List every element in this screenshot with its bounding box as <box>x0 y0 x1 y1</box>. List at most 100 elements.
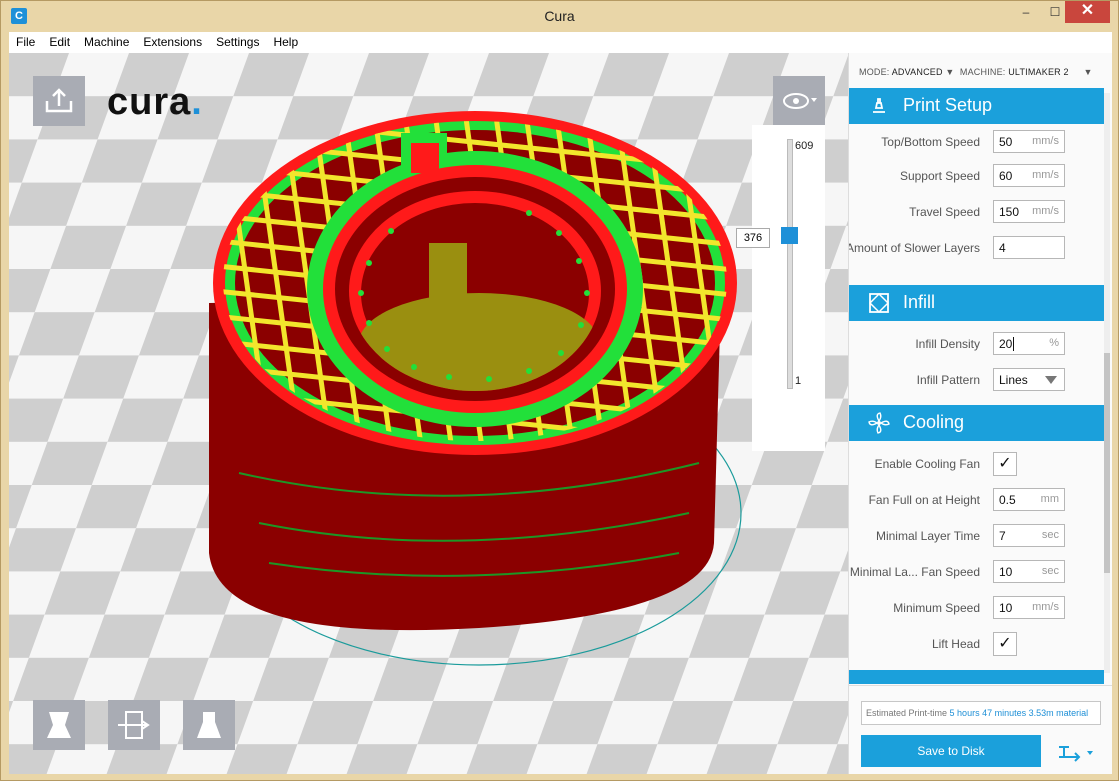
enable-cooling-fan-checkbox[interactable]: ✓ <box>993 452 1017 476</box>
menu-help[interactable]: Help <box>266 32 305 49</box>
input-value: 20 <box>999 337 1013 351</box>
section-cooling[interactable]: Cooling <box>849 405 1104 441</box>
logo-dot: . <box>191 81 203 123</box>
eye-icon <box>783 93 817 109</box>
row-label: Infill Pattern <box>916 373 980 387</box>
machine-label: MACHINE: <box>959 67 1006 77</box>
row-minimum-speed: Minimum Speed 10 mm/s <box>849 596 1104 620</box>
infill-density-input[interactable]: 20% <box>993 332 1065 355</box>
layer-slider-track[interactable] <box>787 139 793 389</box>
key-notch <box>411 143 439 173</box>
layer-slider-handle[interactable] <box>781 226 798 244</box>
menu-settings[interactable]: Settings <box>209 32 266 49</box>
output-device-icon <box>1059 746 1093 762</box>
unit-label: mm/s <box>1032 601 1059 613</box>
input-value: 50 <box>999 135 1013 149</box>
menu-bar: File Edit Machine Extensions Settings Help <box>9 32 1112 53</box>
unit-label: sec <box>1041 565 1059 577</box>
estimate-label: Estimated Print-time <box>866 708 948 718</box>
menu-extensions[interactable]: Extensions <box>136 32 209 49</box>
input-value: 10 <box>999 601 1013 615</box>
scale-icon <box>47 712 71 738</box>
mirror-tool-button[interactable] <box>183 700 235 750</box>
row-label: Amount of Slower Layers <box>848 241 980 255</box>
row-label: Minimum Speed <box>893 601 980 615</box>
support-speed-input[interactable]: 60 mm/s <box>993 164 1065 187</box>
mode-machine-row: MODE: ADVANCED ▼ MACHINE: ULTIMAKER 2 ▼ <box>859 67 1093 77</box>
menu-file[interactable]: File <box>9 32 42 49</box>
row-travel-speed: Travel Speed 150 mm/s <box>849 200 1104 224</box>
chevron-down-icon <box>1045 376 1057 384</box>
row-fan-full-height: Fan Full on at Height 0.5 mm <box>849 488 1104 512</box>
section-label: Cooling <box>903 412 965 432</box>
app-window: C Cura ‒ ☐ ✕ File Edit Machine Extensions Se… <box>0 0 1119 781</box>
slower-layers-input[interactable]: 4 <box>993 236 1065 259</box>
row-slower-layers: Amount of Slower Layers 4 <box>849 236 1104 260</box>
save-to-disk-button[interactable]: Save to Disk <box>861 735 1041 767</box>
select-value: Lines <box>999 373 1028 387</box>
row-lift-head: Lift Head ✓ <box>849 632 1104 656</box>
scale-tool-button[interactable] <box>33 700 85 750</box>
infill-pattern-select[interactable]: Lines <box>993 368 1065 391</box>
min-layer-fan-speed-input[interactable]: 10 sec <box>993 560 1065 583</box>
next-section-header-partial[interactable] <box>849 670 1104 684</box>
input-value: 4 <box>999 241 1006 255</box>
output-device-button[interactable] <box>1057 741 1097 763</box>
top-bottom-speed-input[interactable]: 50 mm/s <box>993 130 1065 153</box>
lift-head-checkbox[interactable]: ✓ <box>993 632 1017 656</box>
infill-icon <box>868 292 890 314</box>
input-value: 0.5 <box>999 493 1016 507</box>
unit-label: mm/s <box>1032 205 1059 217</box>
row-label: Infill Density <box>915 337 980 351</box>
output-area: Estimated Print-time 5 hours 47 minutes … <box>849 685 1112 774</box>
fan-icon <box>868 412 890 434</box>
window-title: Cura <box>544 8 575 24</box>
section-label: Infill <box>903 292 936 312</box>
close-button[interactable]: ✕ <box>1065 1 1110 23</box>
printer-icon <box>873 98 885 113</box>
min-layer-time-input[interactable]: 7 sec <box>993 524 1065 547</box>
minimum-speed-input[interactable]: 10 mm/s <box>993 596 1065 619</box>
logo-text: cura <box>107 81 192 123</box>
upload-icon <box>45 88 73 113</box>
rotate-icon <box>118 711 150 739</box>
row-label: Fan Full on at Height <box>868 493 980 507</box>
unit-label: mm/s <box>1032 135 1059 147</box>
row-label: Minimal La... Fan Speed <box>849 565 980 579</box>
layer-max-label: 609 <box>795 140 814 152</box>
open-file-button[interactable] <box>33 76 85 126</box>
unit-label: mm/s <box>1032 169 1059 181</box>
fan-full-height-input[interactable]: 0.5 mm <box>993 488 1065 511</box>
machine-select[interactable]: ULTIMAKER 2 <box>1008 67 1069 77</box>
print-estimate: Estimated Print-time 5 hours 47 minutes … <box>861 701 1101 725</box>
menu-edit[interactable]: Edit <box>42 32 77 49</box>
input-value: 150 <box>999 205 1020 219</box>
minimize-button[interactable]: ‒ <box>1012 1 1040 23</box>
unit-label: sec <box>1041 529 1059 541</box>
menu-machine[interactable]: Machine <box>77 32 136 49</box>
row-enable-cooling-fan: Enable Cooling Fan ✓ <box>849 452 1104 476</box>
estimate-material: 3.53m material <box>1028 708 1089 718</box>
section-print-setup[interactable]: Print Setup <box>849 88 1104 124</box>
3d-viewport[interactable]: cura. 609 376 1 <box>9 53 848 774</box>
row-label: Minimal Layer Time <box>875 529 980 543</box>
input-value: 10 <box>999 565 1013 579</box>
row-label: Lift Head <box>931 637 980 651</box>
cura-logo: cura. <box>107 81 203 124</box>
row-label: Enable Cooling Fan <box>874 457 980 471</box>
settings-panel: MODE: ADVANCED ▼ MACHINE: ULTIMAKER 2 ▼ … <box>848 53 1112 774</box>
view-mode-button[interactable] <box>773 76 825 126</box>
mode-select[interactable]: ADVANCED <box>892 67 943 77</box>
section-label: Print Setup <box>903 95 993 115</box>
row-min-layer-time: Minimal Layer Time 7 sec <box>849 524 1104 548</box>
scrollbar-thumb[interactable] <box>1104 353 1110 573</box>
build-plate-scene <box>9 53 848 774</box>
section-infill[interactable]: Infill <box>849 285 1104 321</box>
settings-scrollbar[interactable] <box>1104 93 1110 673</box>
unit-label: % <box>1049 337 1059 349</box>
input-value: 60 <box>999 169 1013 183</box>
row-label: Support Speed <box>899 169 980 183</box>
travel-speed-input[interactable]: 150 mm/s <box>993 200 1065 223</box>
rotate-tool-button[interactable] <box>108 700 160 750</box>
current-layer-input[interactable]: 376 <box>736 227 770 248</box>
